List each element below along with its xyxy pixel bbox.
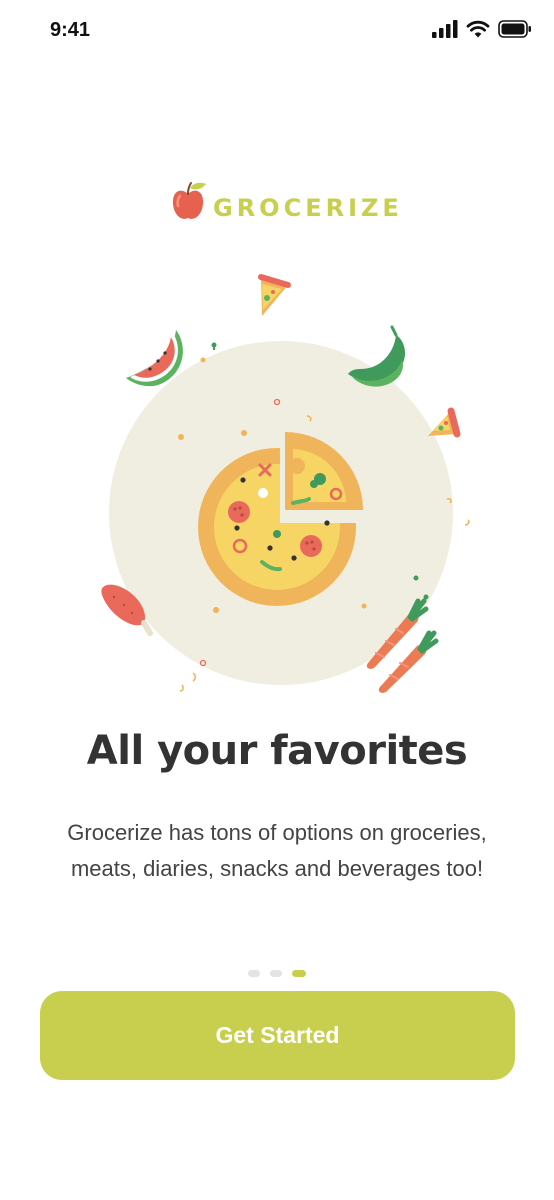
logo-text: GROCERIZE	[213, 194, 403, 222]
status-time: 9:41	[50, 19, 91, 41]
watermelon-slice-icon	[126, 330, 183, 387]
status-bar: 9:41	[0, 0, 554, 62]
app-logo: GROCERIZE	[168, 180, 399, 226]
battery-icon	[498, 20, 531, 38]
apple-icon	[172, 182, 206, 219]
onboarding-description: Grocerize has tons of options on groceri…	[67, 820, 487, 881]
status-icons	[432, 20, 532, 38]
page-indicator	[0, 970, 554, 977]
food-illustration	[101, 274, 470, 693]
get-started-button[interactable]: Get Started	[40, 991, 515, 1080]
onboarding-headline: All your favorites	[86, 728, 468, 774]
wifi-icon	[466, 20, 490, 38]
cellular-signal-icon	[432, 20, 458, 38]
page-dot-2[interactable]	[270, 970, 282, 977]
page-dot-3-active[interactable]	[292, 970, 306, 977]
page-dot-1[interactable]	[248, 970, 260, 977]
banana-icon	[348, 325, 406, 387]
onboarding-screen: 9:41 GROCERIZE All your favorites Grocer…	[0, 0, 554, 1200]
